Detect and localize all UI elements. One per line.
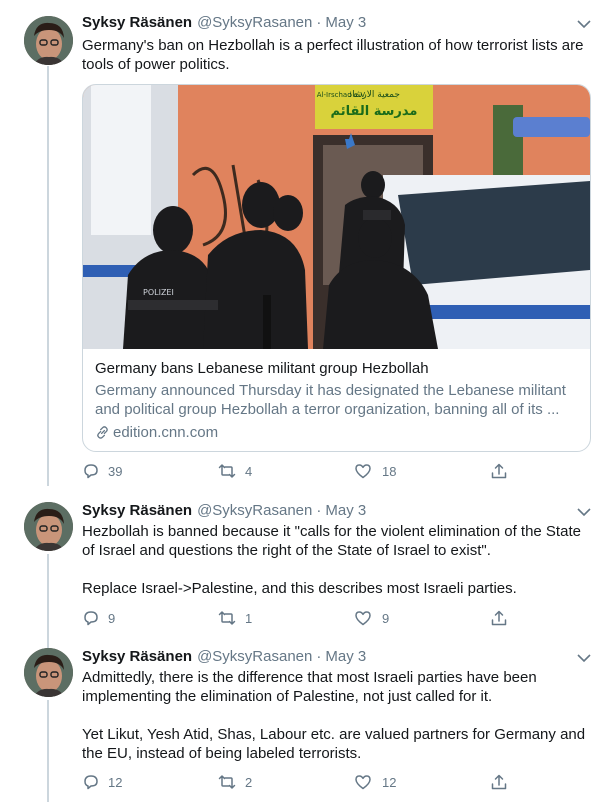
chevron-down-icon[interactable]	[576, 504, 592, 520]
share-icon	[491, 610, 507, 626]
tweet[interactable]: Syksy Räsänen @SyksyRasanen · May 3 Admi…	[0, 648, 616, 802]
card-domain-text: edition.cnn.com	[113, 424, 219, 441]
heart-icon	[355, 611, 371, 626]
like-count: 18	[382, 463, 397, 479]
share-icon	[491, 463, 507, 479]
tweet-header: Syksy Räsänen @SyksyRasanen · May 3	[82, 648, 366, 668]
card-sign-school: مدرسة القائم	[331, 104, 418, 119]
reply-count: 12	[108, 774, 123, 790]
tweet-paragraph: Admittedly, there is the difference that…	[82, 669, 537, 705]
tweet-paragraph: Yet Likut, Yesh Atid, Shas, Labour etc. …	[82, 726, 586, 762]
like-count: 9	[382, 610, 390, 626]
avatar[interactable]	[24, 502, 73, 551]
tweet-actions: 12 2 12	[82, 772, 512, 792]
retweet-count: 1	[245, 610, 253, 626]
tweet-header: Syksy Räsänen @SyksyRasanen · May 3	[82, 14, 366, 34]
card-domain: edition.cnn.com	[95, 423, 578, 442]
card-vest-label: POLIZEI	[143, 288, 174, 297]
tweet-date[interactable]: May 3	[325, 648, 366, 665]
author-name[interactable]: Syksy Räsänen	[82, 502, 192, 519]
link-icon	[97, 426, 108, 439]
share-button[interactable]	[490, 609, 508, 627]
card-description: Germany announced Thursday it has design…	[95, 382, 566, 418]
reply-button[interactable]: 9	[82, 609, 218, 627]
author-handle[interactable]: @SyksyRasanen	[197, 648, 312, 665]
avatar[interactable]	[24, 16, 73, 65]
tweet-paragraph: Replace Israel->Palestine, and this desc…	[82, 580, 517, 597]
tweet-actions: 39 4 18	[82, 461, 512, 481]
reply-button[interactable]: 12	[82, 773, 218, 791]
tweet[interactable]: Syksy Räsänen @SyksyRasanen · May 3 Germ…	[0, 14, 616, 484]
author-handle[interactable]: @SyksyRasanen	[197, 502, 312, 519]
card-title: Germany bans Lebanese militant group Hez…	[95, 360, 429, 377]
like-button[interactable]: 12	[354, 773, 490, 791]
card-image: جمعية الارشاد Al-Irschad e.V مدرسة القائ…	[83, 85, 590, 349]
link-card[interactable]: جمعية الارشاد Al-Irschad e.V مدرسة القائ…	[82, 84, 591, 452]
tweet-paragraph: Germany's ban on Hezbollah is a perfect …	[82, 37, 584, 73]
separator-dot: ·	[316, 648, 322, 665]
reply-count: 9	[108, 610, 116, 626]
author-name[interactable]: Syksy Räsänen	[82, 14, 192, 31]
tweet-text: Germany's ban on Hezbollah is a perfect …	[82, 36, 597, 74]
share-button[interactable]	[490, 773, 508, 791]
tweet-header: Syksy Räsänen @SyksyRasanen · May 3	[82, 502, 366, 522]
reply-count: 39	[108, 463, 123, 479]
retweet-icon	[218, 464, 236, 478]
retweet-button[interactable]: 2	[218, 773, 354, 791]
like-button[interactable]: 18	[354, 462, 490, 480]
tweet[interactable]: Syksy Räsänen @SyksyRasanen · May 3 Hezb…	[0, 502, 616, 632]
heart-icon	[355, 775, 371, 790]
retweet-icon	[218, 611, 236, 625]
separator-dot: ·	[316, 502, 322, 519]
tweet-text: Hezbollah is banned because it "calls fo…	[82, 522, 597, 598]
retweet-count: 2	[245, 774, 253, 790]
tweet-date[interactable]: May 3	[325, 502, 366, 519]
like-count: 12	[382, 774, 397, 790]
separator-dot: ·	[316, 14, 322, 31]
heart-icon	[355, 464, 371, 479]
reply-button[interactable]: 39	[82, 462, 218, 480]
chevron-down-icon[interactable]	[576, 650, 592, 666]
share-button[interactable]	[490, 462, 508, 480]
reply-icon	[84, 611, 98, 626]
avatar[interactable]	[24, 648, 73, 697]
retweet-count: 4	[245, 463, 253, 479]
chevron-down-icon[interactable]	[576, 16, 592, 32]
card-body: Germany bans Lebanese militant group Hez…	[83, 349, 590, 442]
reply-icon	[84, 464, 98, 479]
author-name[interactable]: Syksy Räsänen	[82, 648, 192, 665]
tweet-actions: 9 1 9	[82, 608, 512, 628]
tweet-paragraph: Hezbollah is banned because it "calls fo…	[82, 523, 581, 559]
share-icon	[491, 774, 507, 790]
tweet-date[interactable]: May 3	[325, 14, 366, 31]
retweet-button[interactable]: 4	[218, 462, 354, 480]
reply-icon	[84, 775, 98, 790]
retweet-icon	[218, 775, 236, 789]
like-button[interactable]: 9	[354, 609, 490, 627]
tweet-text: Admittedly, there is the difference that…	[82, 668, 597, 763]
author-handle[interactable]: @SyksyRasanen	[197, 14, 312, 31]
card-sign-org: Al-Irschad e.V	[317, 91, 366, 99]
retweet-button[interactable]: 1	[218, 609, 354, 627]
